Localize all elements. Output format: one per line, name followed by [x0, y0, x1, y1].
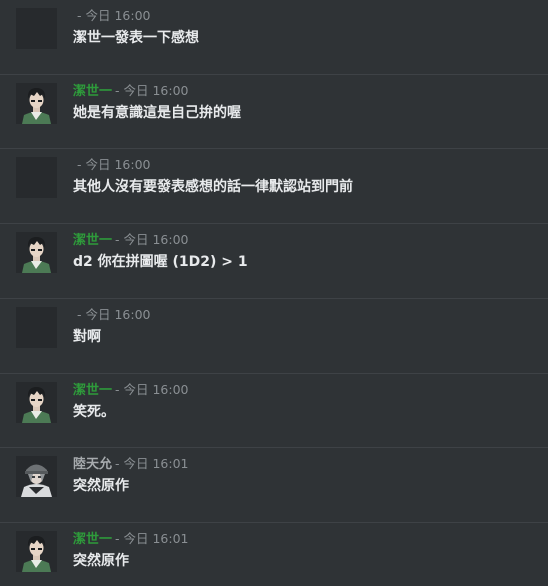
avatar-placeholder[interactable]: [16, 157, 57, 199]
message-meta: 潔世一 - 今日 16:00: [73, 231, 189, 249]
message-meta: 陸天允 - 今日 16:01: [73, 455, 189, 473]
boy-icon[interactable]: [16, 530, 57, 572]
message-text: 對啊: [73, 328, 101, 345]
message-meta: - 今日 16:00: [77, 156, 150, 174]
message-divider: [0, 73, 548, 75]
boy-icon[interactable]: [16, 82, 57, 124]
timestamp: - 今日 16:00: [77, 157, 151, 173]
timestamp: - 今日 16:01: [115, 456, 189, 472]
message-meta: 潔世一 - 今日 16:01: [73, 530, 189, 548]
author-name[interactable]: 潔世一: [73, 84, 112, 99]
cap-boy-icon[interactable]: [16, 456, 57, 498]
timestamp: - 今日 16:00: [115, 381, 189, 397]
message-text: 笑死。: [73, 403, 115, 420]
message-divider: [0, 297, 548, 299]
message-divider: [0, 372, 548, 374]
message-meta: - 今日 16:00: [77, 306, 150, 324]
boy-icon[interactable]: [16, 381, 57, 423]
timestamp: - 今日 16:00: [115, 232, 189, 248]
message-text: 突然原作: [73, 478, 129, 495]
message-meta: 潔世一 - 今日 16:00: [73, 381, 189, 399]
timestamp: - 今日 16:00: [77, 8, 151, 23]
message-text: 潔世一發表一下感想: [73, 30, 199, 46]
timestamp: - 今日 16:00: [77, 306, 151, 322]
author-name[interactable]: 陸天允: [73, 457, 112, 472]
message-divider: [0, 447, 548, 449]
author-name[interactable]: 潔世一: [73, 233, 112, 248]
message-divider: [0, 148, 548, 150]
timestamp: - 今日 16:01: [115, 530, 189, 546]
message-text: 突然原作: [73, 552, 129, 569]
message-text: d2 你在拼圖喔 (1D2) > 1: [73, 254, 248, 271]
message-divider: [0, 521, 548, 523]
author-name[interactable]: 潔世一: [73, 383, 112, 398]
message-meta: 潔世一 - 今日 16:00: [73, 82, 189, 100]
message-text: 她是有意識這是自己拚的喔: [73, 104, 241, 121]
message-text: 其他人沒有要發表感想的話一律默認站到門前: [73, 179, 353, 196]
boy-icon[interactable]: [16, 232, 57, 274]
message-meta: - 今日 16:00: [77, 7, 150, 25]
avatar-placeholder[interactable]: [16, 8, 57, 49]
message-divider: [0, 223, 548, 225]
avatar-placeholder[interactable]: [16, 306, 57, 348]
author-name[interactable]: 潔世一: [73, 532, 112, 547]
timestamp: - 今日 16:00: [115, 82, 189, 98]
